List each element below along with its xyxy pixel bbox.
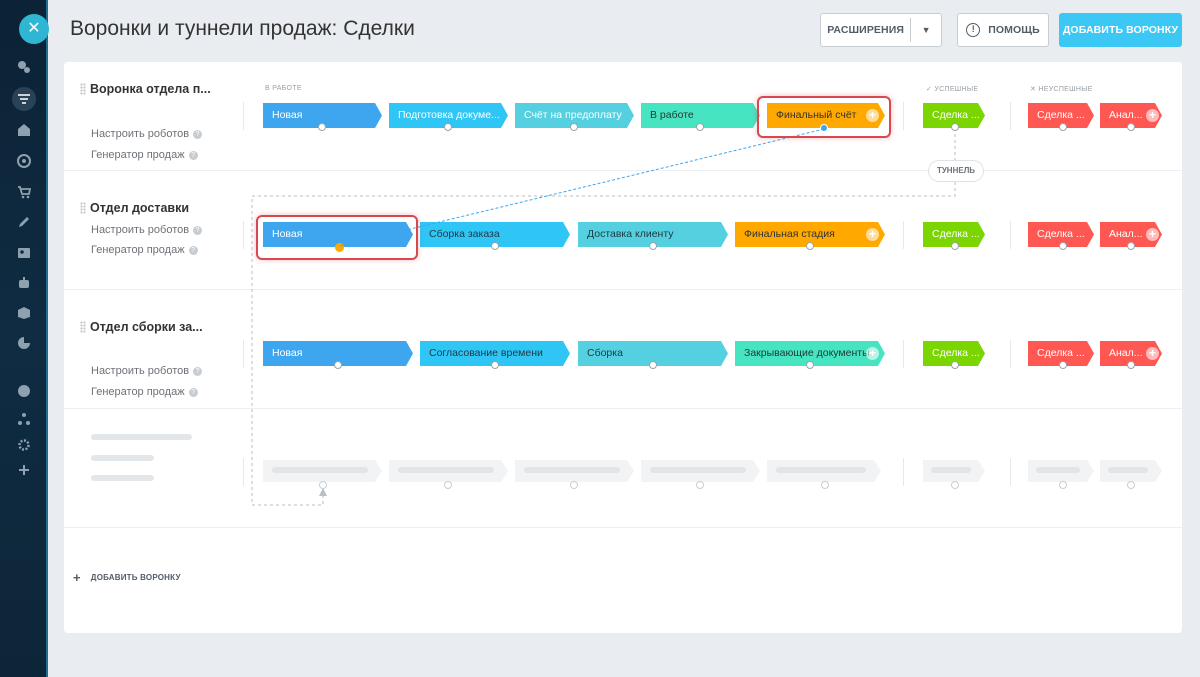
add-funnel-link-label: ДОБАВИТЬ ВОРОНКУ bbox=[90, 573, 181, 582]
plus-icon: + bbox=[73, 570, 81, 585]
tunnel-badge[interactable]: ТУННЕЛЬ bbox=[928, 160, 984, 182]
add-funnel-link[interactable]: + ДОБАВИТЬ ВОРОНКУ bbox=[73, 570, 181, 585]
highlight-frame bbox=[256, 215, 418, 260]
highlight-frame bbox=[757, 96, 891, 138]
